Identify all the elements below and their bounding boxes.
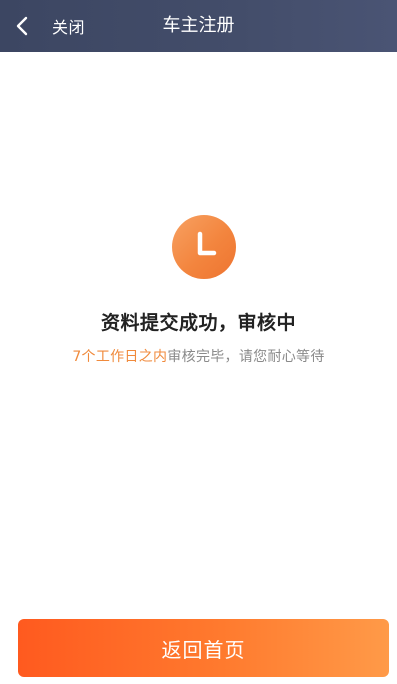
close-label: 关闭 [52, 18, 86, 37]
app-screen: 关闭 车主注册 资料提交成功，审核中 7个工作日之内审核完毕，请您耐心等待 返回… [0, 0, 397, 684]
chevron-left-icon [16, 16, 28, 36]
review-note-text: 审核完毕，请您耐心等待 [167, 349, 325, 365]
top-navigation-bar: 关闭 车主注册 [0, 0, 397, 52]
clock-icon [172, 215, 236, 279]
status-note: 7个工作日之内审核完毕，请您耐心等待 [0, 346, 397, 366]
return-home-button[interactable]: 返回首页 [18, 619, 389, 677]
status-title: 资料提交成功，审核中 [100, 312, 296, 334]
close-button[interactable]: 关闭 [12, 8, 102, 44]
review-period-highlight: 7个工作日之内 [72, 349, 168, 365]
